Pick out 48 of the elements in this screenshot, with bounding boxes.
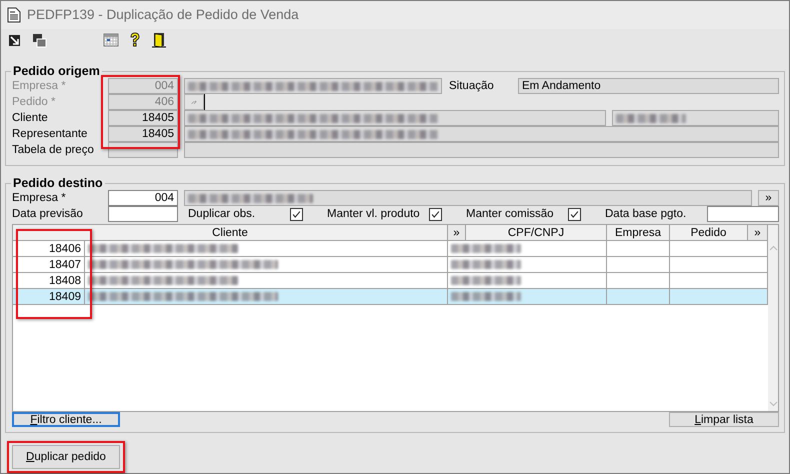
option-label: Manter comissão: [466, 208, 555, 220]
clear-button[interactable]: Limpar lista: [669, 412, 779, 427]
section-title: Pedido origem: [12, 64, 101, 78]
column-header[interactable]: Pedido: [670, 225, 748, 241]
column-header[interactable]: »: [448, 225, 466, 241]
code-field[interactable]: 18405: [108, 126, 178, 142]
door-icon[interactable]: [151, 32, 167, 48]
status-field: Em Andamento: [518, 78, 779, 94]
checkbox[interactable]: [429, 208, 442, 220]
field-label: Representante: [12, 128, 88, 140]
hatch-icon: [191, 98, 197, 106]
column-header[interactable]: »: [748, 225, 768, 241]
checkbox[interactable]: [568, 208, 581, 220]
name-field[interactable]: [184, 190, 752, 206]
calendar-icon[interactable]: [103, 32, 119, 48]
name-field[interactable]: [184, 78, 442, 94]
column-header[interactable]: CPF/CNPJ: [466, 225, 607, 241]
field-label: Data base pgto.: [605, 208, 688, 220]
more-button[interactable]: »: [758, 190, 779, 206]
option-label: Manter vl. produto: [327, 208, 421, 220]
field-label: Cliente: [12, 112, 49, 124]
name-field[interactable]: [184, 126, 779, 142]
name-field[interactable]: [184, 110, 606, 126]
name-field[interactable]: [184, 142, 779, 158]
field-label: Data previsão: [12, 208, 84, 220]
table-cell: 18406: [13, 241, 85, 257]
field-label: Pedido *: [12, 96, 56, 108]
column-header[interactable]: Cliente: [13, 225, 448, 241]
option-label: Duplicar obs.: [188, 208, 256, 220]
date-field[interactable]: [707, 206, 779, 222]
code-field[interactable]: 18405: [108, 110, 178, 126]
section-title: Pedido destino: [12, 176, 104, 190]
text-field[interactable]: [612, 110, 779, 126]
checkbox[interactable]: [290, 208, 303, 220]
column-header[interactable]: Empresa: [607, 225, 670, 241]
table-cell: 18409: [13, 289, 85, 305]
date-field[interactable]: [108, 206, 178, 222]
filter-button[interactable]: Filtro cliente...: [12, 412, 120, 427]
field-label: Situação: [448, 80, 495, 92]
document-icon: [7, 6, 21, 23]
field-label: Empresa *: [12, 80, 67, 92]
window-title: PEDFP139 - Duplicação de Pedido de Venda: [27, 7, 299, 22]
code-field[interactable]: 004: [108, 190, 178, 206]
duplicate-button[interactable]: Duplicar pedido: [12, 445, 120, 469]
field-label: Tabela de preço: [12, 144, 95, 156]
table-cell: 18407: [13, 257, 85, 273]
window-stack-icon[interactable]: [31, 32, 47, 48]
field-label: Empresa *: [12, 192, 67, 204]
